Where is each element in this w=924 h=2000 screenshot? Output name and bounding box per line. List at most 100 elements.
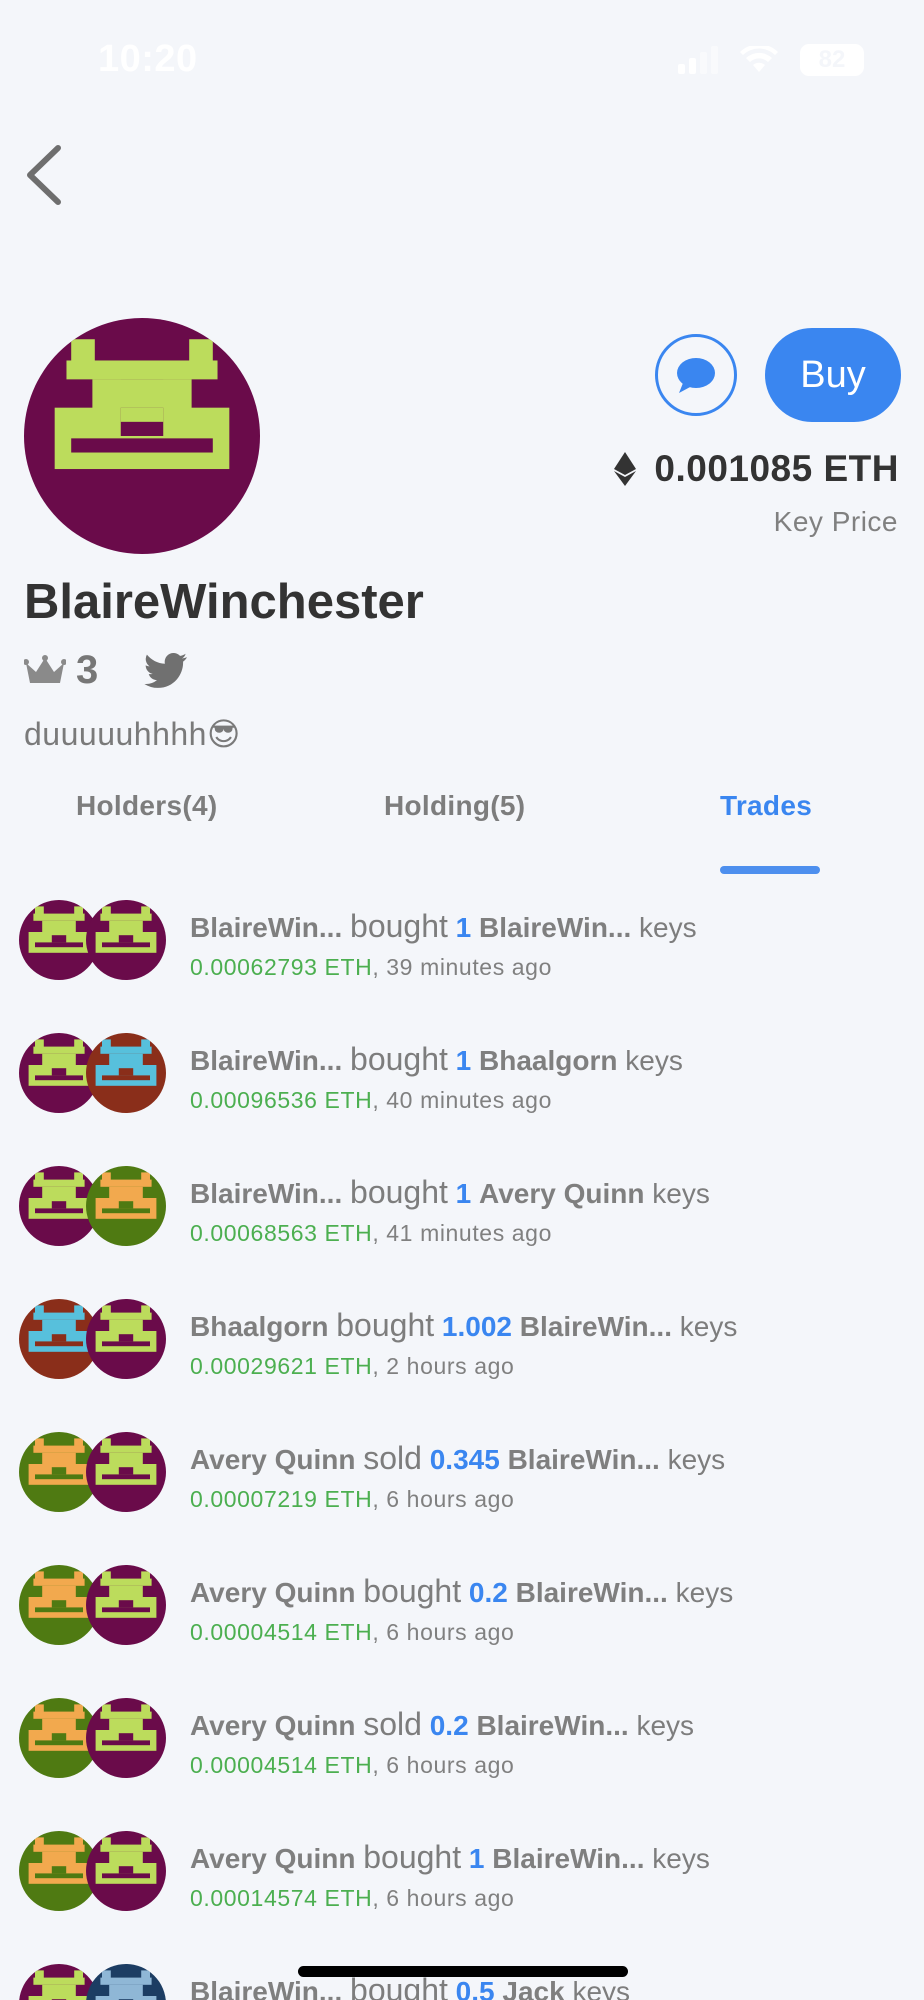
trader-name[interactable]: Bhaalgorn: [190, 1311, 328, 1342]
subject-name[interactable]: Jack: [502, 1976, 564, 2000]
trade-row[interactable]: Avery Quinn bought 0.2 BlaireWin... keys…: [0, 1551, 924, 1684]
trade-summary: Avery Quinn sold 0.2 BlaireWin... keys: [190, 1706, 694, 1743]
trade-eth-value: 0.00062793 ETH: [190, 954, 373, 980]
trader-name[interactable]: BlaireWin...: [190, 1178, 342, 1209]
trade-summary: Avery Quinn sold 0.345 BlaireWin... keys: [190, 1440, 725, 1477]
subject-name[interactable]: BlaireWin...: [476, 1710, 628, 1741]
subject-avatar[interactable]: [86, 900, 166, 980]
trade-action: sold: [363, 1440, 422, 1476]
trade-action: bought: [363, 1839, 462, 1875]
trade-time: , 39 minutes ago: [372, 954, 552, 980]
subject-avatar[interactable]: [86, 1565, 166, 1645]
subject-avatar[interactable]: [86, 1432, 166, 1512]
trade-details: 0.00068563 ETH, 41 minutes ago: [190, 1220, 552, 1247]
trade-row[interactable]: Avery Quinn bought 1 BlaireWin... keys 0.…: [0, 1817, 924, 1950]
trade-summary: BlaireWin... bought 1 Avery Quinn keys: [190, 1174, 710, 1211]
trade-unit: keys: [679, 1311, 738, 1342]
buy-button[interactable]: Buy: [765, 328, 901, 422]
subject-name[interactable]: BlaireWin...: [520, 1311, 672, 1342]
trade-eth-value: 0.00004514 ETH: [190, 1752, 373, 1778]
key-price-caption: Key Price: [773, 506, 898, 537]
trade-amount: 0.2: [429, 1710, 469, 1741]
key-price: 0.001085 ETH: [614, 448, 899, 490]
rank-count: 3: [76, 648, 99, 692]
trade-details: 0.00096536 ETH, 40 minutes ago: [190, 1087, 552, 1114]
trader-name[interactable]: Avery Quinn: [190, 1843, 355, 1874]
trade-row[interactable]: Bhaalgorn bought 1.002 BlaireWin... keys…: [0, 1285, 924, 1418]
profile-bio: duuuuuhhhh😎: [24, 716, 241, 752]
trade-row[interactable]: BlaireWin... bought 1 BlaireWin... keys 0…: [0, 886, 924, 1019]
trade-amount: 1: [455, 1045, 472, 1076]
trade-unit: keys: [572, 1976, 631, 2000]
trader-name[interactable]: Avery Quinn: [190, 1444, 355, 1475]
subject-avatar[interactable]: [86, 1831, 166, 1911]
profile-name: BlaireWinchester: [24, 575, 424, 629]
subject-name[interactable]: BlaireWin...: [516, 1577, 668, 1608]
trader-name[interactable]: BlaireWin...: [190, 1045, 342, 1076]
subject-name[interactable]: BlaireWin...: [479, 912, 631, 943]
twitter-icon[interactable]: [144, 652, 188, 689]
trade-eth-value: 0.00029621 ETH: [190, 1353, 373, 1379]
trader-name[interactable]: Avery Quinn: [190, 1577, 355, 1608]
subject-avatar[interactable]: [86, 1299, 166, 1379]
trade-time: , 41 minutes ago: [372, 1220, 552, 1246]
trade-amount: 1: [468, 1843, 485, 1874]
trade-row[interactable]: BlaireWin... bought 1 Avery Quinn keys 0.…: [0, 1152, 924, 1285]
ethereum-icon: [614, 452, 637, 486]
trade-details: 0.00004514 ETH, 6 hours ago: [190, 1619, 514, 1646]
rank-row: 3: [24, 648, 188, 693]
trade-amount: 0.345: [429, 1444, 500, 1475]
tab-holders[interactable]: Holders(4): [76, 790, 217, 822]
profile-tabs: Holders(4) Holding(5) Trades: [0, 790, 924, 874]
trader-name[interactable]: BlaireWin...: [190, 912, 342, 943]
tab-active-indicator: [720, 866, 820, 874]
wifi-icon: [740, 46, 778, 72]
chat-button[interactable]: [655, 334, 737, 416]
home-indicator: [298, 1966, 628, 1977]
trade-row[interactable]: BlaireWin... bought 1 Bhaalgorn keys 0.00…: [0, 1019, 924, 1152]
trade-details: 0.00014574 ETH, 6 hours ago: [190, 1885, 514, 1912]
trade-amount: 0.2: [468, 1577, 508, 1608]
trade-unit: keys: [625, 1045, 683, 1076]
trade-eth-value: 0.00096536 ETH: [190, 1087, 373, 1113]
trade-list: BlaireWin... bought 1 BlaireWin... keys 0…: [0, 886, 924, 2000]
trader-name[interactable]: Avery Quinn: [190, 1710, 355, 1741]
subject-name[interactable]: BlaireWin...: [508, 1444, 660, 1475]
trade-action: bought: [350, 908, 448, 944]
trade-time: , 6 hours ago: [372, 1885, 515, 1911]
trade-details: 0.00029621 ETH, 2 hours ago: [190, 1353, 514, 1380]
trade-row[interactable]: Avery Quinn sold 0.345 BlaireWin... keys…: [0, 1418, 924, 1551]
trade-details: 0.00062793 ETH, 39 minutes ago: [190, 954, 552, 981]
subject-avatar[interactable]: [86, 1964, 166, 2000]
trade-time: , 6 hours ago: [372, 1486, 515, 1512]
trade-action: bought: [363, 1573, 462, 1609]
trade-amount: 1.002: [441, 1311, 512, 1342]
status-time: 10:20: [98, 38, 198, 80]
trade-summary: Bhaalgorn bought 1.002 BlaireWin... keys: [190, 1307, 737, 1344]
trade-eth-value: 0.00007219 ETH: [190, 1486, 373, 1512]
subject-avatar[interactable]: [86, 1698, 166, 1778]
chat-bubble-icon: [677, 358, 715, 393]
tab-trades[interactable]: Trades: [720, 790, 812, 822]
trade-action: sold: [363, 1706, 422, 1742]
trade-amount: 1: [455, 912, 472, 943]
back-button[interactable]: [18, 140, 78, 210]
subject-name[interactable]: Bhaalgorn: [479, 1045, 617, 1076]
trade-action: bought: [350, 1174, 448, 1210]
trader-name[interactable]: BlaireWin...: [190, 1976, 342, 2000]
trade-row[interactable]: Avery Quinn sold 0.2 BlaireWin... keys 0.…: [0, 1684, 924, 1817]
subject-name[interactable]: Avery Quinn: [479, 1178, 644, 1209]
trade-unit: keys: [675, 1577, 734, 1608]
status-icons: 82: [678, 44, 864, 76]
trade-details: 0.00007219 ETH, 6 hours ago: [190, 1486, 514, 1513]
battery-indicator: 82: [800, 44, 864, 76]
trade-summary: BlaireWin... bought 1 Bhaalgorn keys: [190, 1041, 683, 1078]
signal-icon: [678, 46, 718, 74]
tab-holding[interactable]: Holding(5): [384, 790, 525, 822]
trade-action: bought: [350, 1041, 448, 1077]
subject-name[interactable]: BlaireWin...: [492, 1843, 644, 1874]
profile-avatar-art: [24, 318, 260, 554]
trade-time: , 40 minutes ago: [372, 1087, 552, 1113]
subject-avatar[interactable]: [86, 1033, 166, 1113]
subject-avatar[interactable]: [86, 1166, 166, 1246]
